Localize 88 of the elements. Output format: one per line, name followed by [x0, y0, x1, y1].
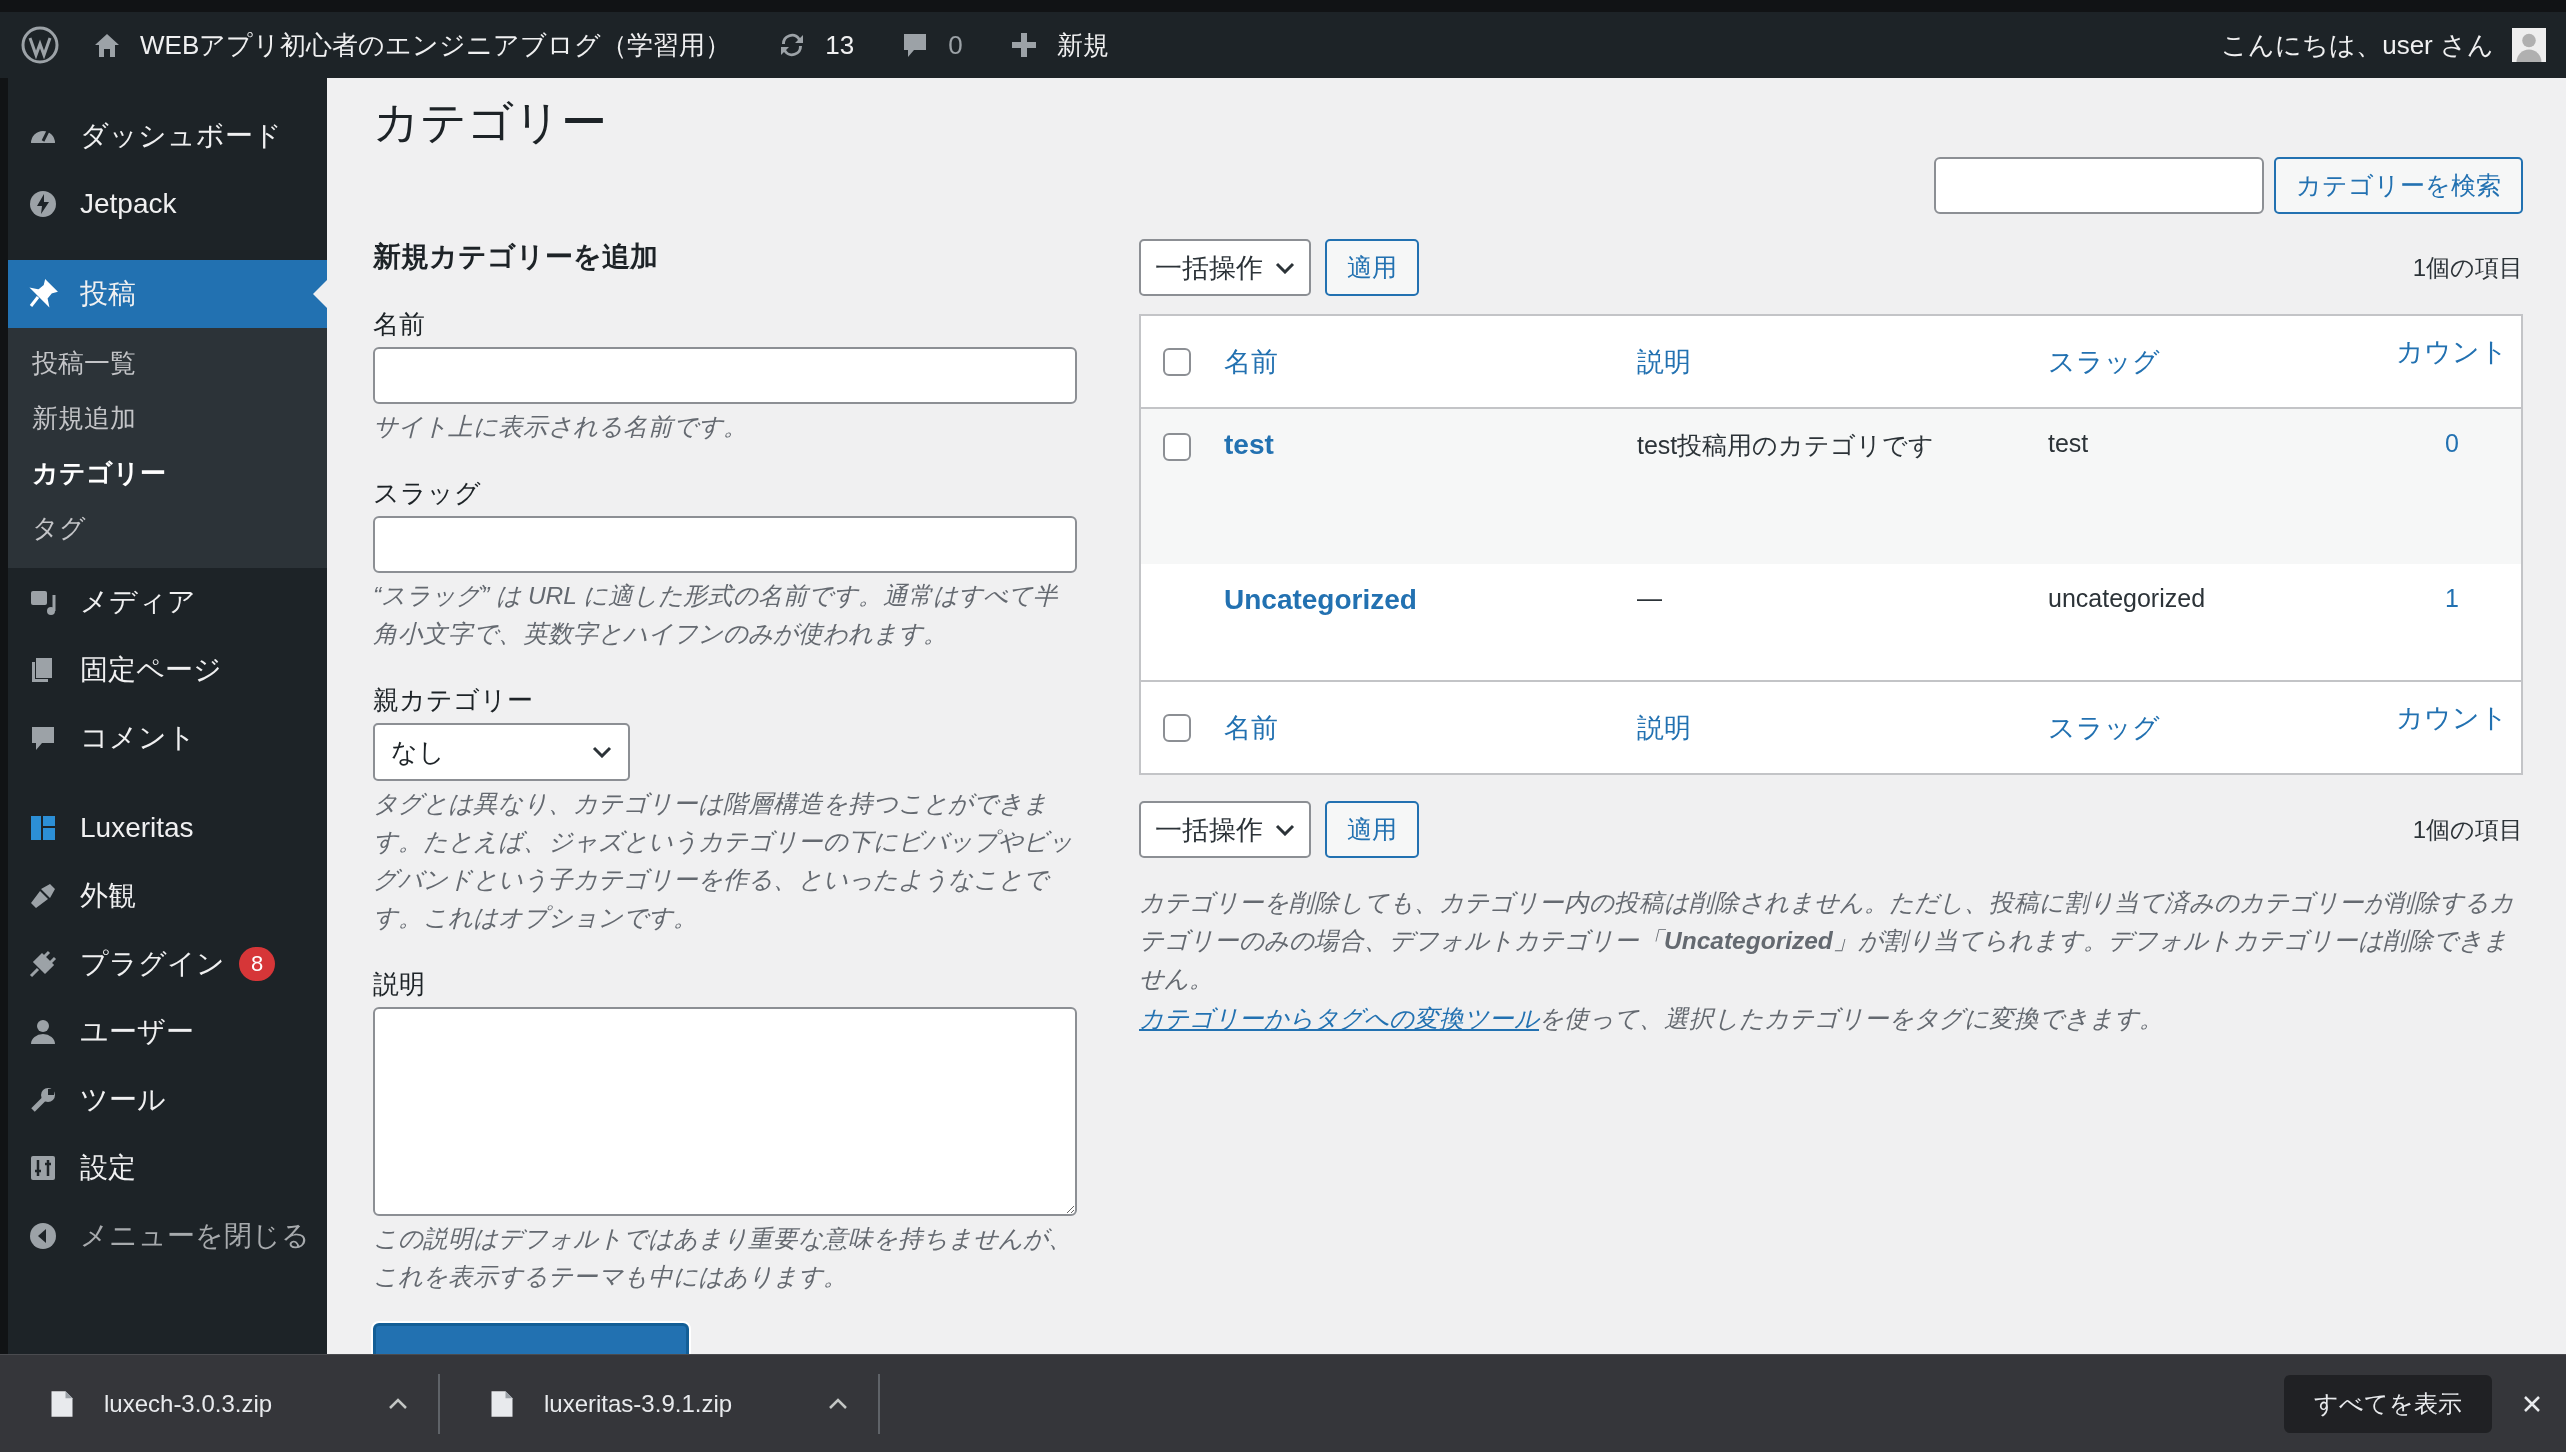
select-all-checkbox[interactable] — [1163, 347, 1191, 376]
new-menu[interactable]: 新規 — [1056, 27, 1109, 63]
convert-note: カテゴリーからタグへの変換ツールを使って、選択したカテゴリーをタグに変換できます。 — [1139, 1004, 2165, 1034]
greeting[interactable]: こんにちは、user さん — [2221, 27, 2494, 63]
field-label: スラッグ — [373, 477, 481, 510]
sidebar-item[interactable]: ユーザー — [8, 998, 327, 1066]
column-header[interactable]: 説明 — [1637, 346, 1691, 377]
parent-select[interactable]: なし — [373, 723, 630, 781]
column-header[interactable]: カウント — [2396, 337, 2508, 367]
submenu-item[interactable]: 新規追加 — [8, 391, 327, 446]
pin-icon — [28, 279, 58, 309]
description-cell: — — [1637, 584, 1662, 612]
file-icon — [50, 1389, 74, 1418]
field-hint: タグとは異なり、カテゴリーは階層構造を持つことができます。たとえば、ジャズというカテゴリーの下にビバップやビッグバンドという子カテゴリーを作る、といったようなことです。これはオプションです。 — [373, 789, 1074, 933]
plug-icon — [28, 949, 58, 979]
download-item[interactable]: luxeritas-3.9.1.zip — [440, 1373, 880, 1434]
search-field[interactable] — [1934, 157, 2264, 214]
grid-icon — [28, 813, 58, 843]
close-icon[interactable] — [2522, 1393, 2542, 1414]
sidebar-item[interactable]: ダッシュボード — [8, 102, 327, 170]
field-label: 親カテゴリー — [373, 684, 533, 717]
file-icon — [490, 1389, 514, 1418]
post-count-link[interactable]: 0 — [2445, 429, 2459, 457]
column-header[interactable]: 説明 — [1637, 712, 1691, 743]
sidebar-item[interactable]: 固定ページ — [8, 636, 327, 704]
apply-button[interactable]: 適用 — [1325, 801, 1419, 858]
form-heading: 新規カテゴリーを追加 — [373, 240, 659, 274]
column-header[interactable]: カウント — [2396, 703, 2508, 733]
text-field[interactable] — [373, 516, 1077, 573]
search-button[interactable]: カテゴリーを検索 — [2274, 157, 2523, 214]
delete-note: カテゴリーを削除しても、カテゴリー内の投稿は削除されません。ただし、投稿に割り当て済みのカテゴリーが削除するカテゴリーのみの場合、デフォルトカテゴリー「Uncategorized」が割り当てられます。デフォルトカテゴリーは削除できません。 — [1139, 888, 2515, 994]
column-header[interactable]: 名前 — [1224, 712, 1278, 743]
site-title[interactable]: WEBアプリ初心者のエンジニアブログ（学習用） — [140, 27, 732, 63]
field-hint: この説明はデフォルトではあまり重要な意味を持ちませんが、これを表示するテーマも中にはあります。 — [373, 1224, 1074, 1292]
category-name-link[interactable]: Uncategorized — [1224, 584, 1417, 615]
column-header[interactable]: スラッグ — [2048, 712, 2160, 743]
sidebar-item[interactable]: Luxeritas — [8, 794, 327, 862]
row-checkbox[interactable] — [1163, 433, 1191, 461]
show-all-button[interactable]: すべてを表示 — [2284, 1374, 2492, 1433]
apply-button[interactable]: 適用 — [1325, 239, 1419, 296]
sidebar-item[interactable]: メディア — [8, 568, 327, 636]
description-cell: test投稿用のカテゴリです — [1637, 431, 1935, 459]
wordpress-logo-icon[interactable] — [20, 25, 60, 65]
category-name-link[interactable]: test — [1224, 429, 1274, 460]
sidebar-item[interactable]: Jetpack — [8, 170, 327, 238]
items-count: 1個の項目 — [2412, 814, 2523, 845]
select-all-checkbox[interactable] — [1163, 713, 1191, 742]
bulk-action-select[interactable]: 一括操作 — [1139, 239, 1311, 296]
caret-up-icon[interactable] — [828, 1397, 848, 1410]
brush-icon — [28, 881, 58, 911]
field-hint: サイト上に表示される名前です。 — [373, 412, 748, 442]
sidebar-item[interactable]: 設定 — [8, 1134, 327, 1202]
updates-count[interactable]: 13 — [825, 29, 855, 61]
submenu-item[interactable]: カテゴリー — [8, 446, 327, 501]
chevron-down-icon — [592, 746, 612, 758]
submenu-item[interactable]: タグ — [8, 501, 327, 556]
chevron-down-icon — [1275, 261, 1295, 274]
field-hint: “スラッグ” は URL に適した形式の名前です。通常はすべて半角小文字で、英数字とハイフンのみが使われます。 — [373, 581, 1060, 649]
back-icon — [28, 1221, 58, 1251]
post-count-link[interactable]: 1 — [2445, 584, 2459, 612]
column-header[interactable]: 名前 — [1224, 346, 1278, 377]
sidebar-item[interactable]: 外観 — [8, 862, 327, 930]
sidebar-item[interactable]: ツール — [8, 1066, 327, 1134]
description-field[interactable] — [373, 1007, 1077, 1216]
bulk-action-select[interactable]: 一括操作 — [1139, 801, 1311, 858]
sidebar-item[interactable]: コメント — [8, 704, 327, 772]
user-icon — [28, 1017, 58, 1047]
sidebar-item[interactable]: 投稿 — [8, 260, 327, 328]
collapse-menu-button[interactable]: メニューを閉じる — [8, 1202, 327, 1270]
caret-up-icon[interactable] — [388, 1397, 408, 1410]
bolt-icon — [28, 189, 58, 219]
sidebar-item[interactable]: プラグイン 8 — [8, 930, 327, 998]
text-field[interactable] — [373, 347, 1077, 404]
slug-cell: uncategorized — [2048, 584, 2206, 612]
download-item[interactable]: luxech-3.0.3.zip — [0, 1373, 440, 1434]
page-title: カテゴリー — [373, 95, 608, 150]
comments-count[interactable]: 0 — [948, 29, 963, 61]
submenu-item[interactable]: 投稿一覧 — [8, 336, 327, 391]
items-count: 1個の項目 — [2412, 252, 2523, 283]
slug-cell: test — [2048, 429, 2089, 457]
chevron-down-icon — [1275, 823, 1295, 836]
column-header[interactable]: スラッグ — [2048, 346, 2160, 377]
sliders-icon — [28, 1153, 58, 1183]
converter-link[interactable]: カテゴリーからタグへの変換ツール — [1139, 1005, 1539, 1032]
update-count-badge: 8 — [239, 947, 276, 981]
field-label: 名前 — [373, 308, 425, 341]
field-label: 説明 — [373, 968, 425, 1001]
avatar-icon[interactable] — [2512, 28, 2546, 62]
